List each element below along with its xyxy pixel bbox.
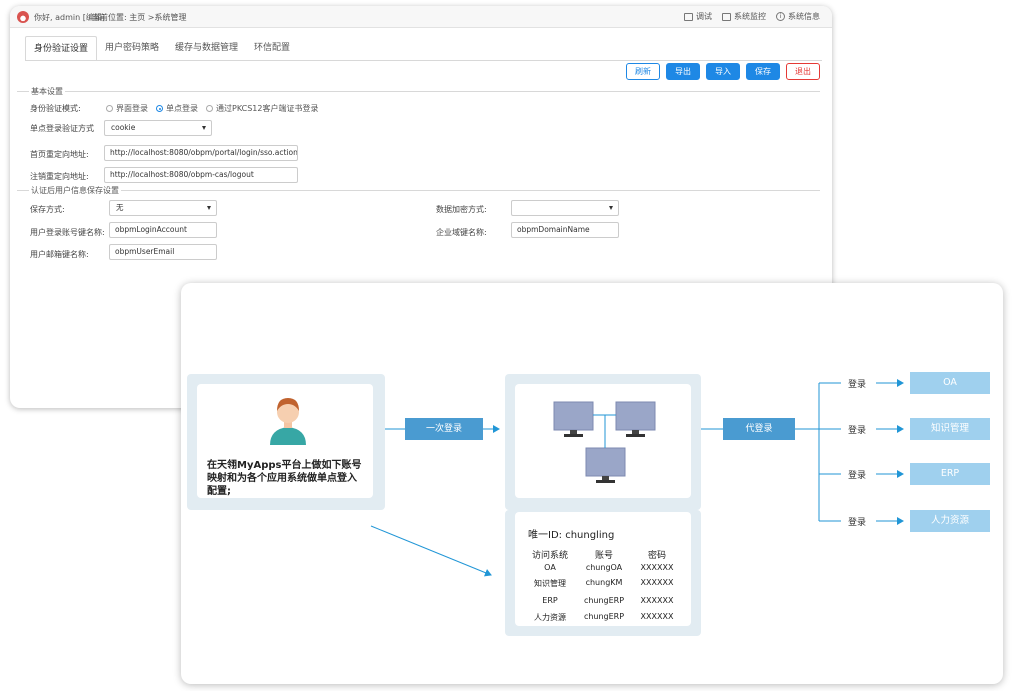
system-info-link[interactable]: i 系统信息	[776, 11, 820, 22]
cell-account: chungERP	[583, 612, 625, 621]
toolbar: 刷新 导出 导入 保存 退出	[626, 63, 820, 80]
export-button[interactable]: 导出	[666, 63, 700, 80]
exit-button[interactable]: 退出	[786, 63, 820, 80]
cell-system: 知识管理	[534, 579, 566, 588]
logout-redirect-label: 注销重定向地址:	[30, 172, 89, 181]
sso-method-label: 单点登录验证方式	[30, 124, 94, 133]
save-mode-select[interactable]: 无	[109, 200, 217, 216]
system-monitor-link[interactable]: 系统监控	[722, 11, 766, 22]
mapping-description: 在天翎MyApps平台上做如下账号映射和为各个应用系统做单点登入配置;	[207, 460, 362, 497]
first-login-label: 一次登录	[405, 418, 483, 440]
chevron-down-icon	[207, 206, 211, 210]
tab-cache-data[interactable]: 缓存与数据管理	[167, 36, 246, 61]
import-button[interactable]: 导入	[706, 63, 740, 80]
sso-method-select[interactable]: cookie	[104, 120, 212, 136]
login-label: 登录	[848, 426, 867, 436]
cell-system: ERP	[542, 596, 558, 605]
cell-account: chungOA	[585, 563, 623, 572]
person-icon	[270, 398, 306, 445]
tab-easemob-config[interactable]: 环信配置	[246, 36, 298, 61]
basic-settings-section: 基本设置	[17, 86, 820, 98]
email-key-label: 用户邮箱键名称:	[30, 250, 89, 259]
home-redirect-input[interactable]: http://localhost:8080/obpm/portal/login/…	[104, 145, 298, 161]
monitor-icon	[684, 12, 693, 21]
account-key-label: 用户登录账号键名称:	[30, 228, 105, 237]
chevron-down-icon	[202, 126, 206, 130]
system-erp: ERP	[910, 463, 990, 485]
monitor-icon	[553, 401, 594, 437]
proxy-login-label: 代登录	[723, 418, 795, 440]
debug-link[interactable]: 调试	[684, 11, 712, 22]
after-auth-section: 认证后用户信息保存设置	[17, 185, 820, 197]
domain-key-input[interactable]: obpmDomainName	[511, 222, 619, 238]
top-bar: 你好, admin [编辑] 当前位置: 主页 >系统管理 调试 系统监控 i系…	[10, 6, 832, 28]
monitor-icon	[585, 447, 626, 483]
auth-mode-radios: 界面登录 单点登录 通过PKCS12客户端证书登录	[106, 103, 318, 114]
header-account: 账号	[594, 551, 613, 561]
chevron-down-icon	[609, 206, 613, 210]
tab-auth-settings[interactable]: 身份验证设置	[25, 36, 98, 61]
cell-system: 人力资源	[534, 613, 566, 622]
save-mode-label: 保存方式:	[30, 205, 65, 214]
cell-password: XXXXXX	[640, 563, 674, 572]
email-key-input[interactable]: obpmUserEmail	[109, 244, 217, 260]
logo-icon	[17, 11, 29, 23]
tab-password-policy[interactable]: 用户密码策略	[97, 36, 167, 61]
header-system: 访问系统	[531, 551, 568, 561]
save-button[interactable]: 保存	[746, 63, 780, 80]
refresh-button[interactable]: 刷新	[626, 63, 660, 80]
account-key-input[interactable]: obpmLoginAccount	[109, 222, 217, 238]
tab-divider	[25, 60, 822, 61]
section-title: 认证后用户信息保存设置	[29, 185, 121, 196]
display-icon	[722, 12, 731, 21]
header-password: 密码	[647, 551, 666, 561]
cell-password: XXXXXX	[640, 612, 674, 621]
encrypt-mode-label: 数据加密方式:	[436, 205, 487, 214]
encrypt-mode-select[interactable]	[511, 200, 619, 216]
home-redirect-label: 首页重定向地址:	[30, 150, 89, 159]
top-actions: 调试 系统监控 i 系统信息	[684, 11, 820, 22]
domain-key-label: 企业域键名称:	[436, 228, 487, 237]
radio-ui-login[interactable]: 界面登录	[106, 103, 148, 114]
section-title: 基本设置	[29, 86, 65, 97]
monitor-icon	[615, 401, 656, 437]
radio-cert-login[interactable]: 通过PKCS12客户端证书登录	[206, 103, 318, 114]
tab-bar: 身份验证设置 用户密码策略 缓存与数据管理 环信配置	[25, 36, 298, 61]
cell-password: XXXXXX	[640, 596, 674, 605]
login-label: 登录	[848, 380, 867, 390]
unique-id: 唯一ID: chungling	[528, 530, 615, 541]
info-icon: i	[776, 12, 785, 21]
logout-redirect-input[interactable]: http://localhost:8080/obpm-cas/logout	[104, 167, 298, 183]
breadcrumb: 当前位置: 主页 >系统管理	[92, 13, 187, 22]
system-km: 知识管理	[910, 418, 990, 440]
system-hr: 人力资源	[910, 510, 990, 532]
login-label: 登录	[848, 518, 867, 528]
system-oa: OA	[910, 372, 990, 394]
cell-system: OA	[544, 563, 556, 572]
login-label: 登录	[848, 471, 867, 481]
cell-password: XXXXXX	[640, 578, 674, 587]
cell-account: chungERP	[583, 596, 625, 605]
radio-sso-login[interactable]: 单点登录	[156, 103, 198, 114]
cell-account: chungKM	[585, 578, 623, 587]
auth-mode-label: 身份验证模式:	[30, 104, 81, 113]
sso-diagram-window: 在天翎MyApps平台上做如下账号映射和为各个应用系统做单点登入配置; 一次登录…	[181, 283, 1003, 684]
